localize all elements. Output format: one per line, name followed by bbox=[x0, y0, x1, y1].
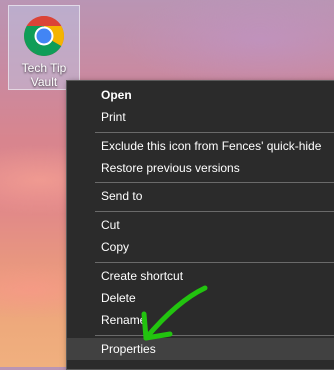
menu-separator bbox=[95, 182, 334, 183]
menu-item-delete[interactable]: Delete bbox=[67, 287, 334, 309]
menu-item-copy[interactable]: Copy bbox=[67, 236, 334, 258]
menu-item-rename[interactable]: Rename bbox=[67, 309, 334, 331]
context-menu: Open Print Exclude this icon from Fences… bbox=[66, 80, 334, 370]
menu-item-open[interactable]: Open bbox=[67, 84, 334, 106]
menu-separator bbox=[95, 211, 334, 212]
menu-separator bbox=[95, 335, 334, 336]
menu-item-print[interactable]: Print bbox=[67, 106, 334, 128]
menu-item-restore-previous-versions[interactable]: Restore previous versions bbox=[67, 157, 334, 179]
chrome-logo-icon bbox=[24, 16, 64, 56]
menu-item-properties[interactable]: Properties bbox=[67, 338, 334, 360]
menu-separator bbox=[95, 262, 334, 263]
menu-item-cut[interactable]: Cut bbox=[67, 214, 334, 236]
menu-item-send-to[interactable]: Send to bbox=[67, 185, 334, 207]
menu-item-create-shortcut[interactable]: Create shortcut bbox=[67, 265, 334, 287]
desktop-icon-tech-tip-vault[interactable]: Tech Tip Vault bbox=[8, 5, 80, 90]
menu-item-exclude-fences[interactable]: Exclude this icon from Fences' quick-hid… bbox=[67, 135, 334, 157]
menu-separator bbox=[95, 132, 334, 133]
